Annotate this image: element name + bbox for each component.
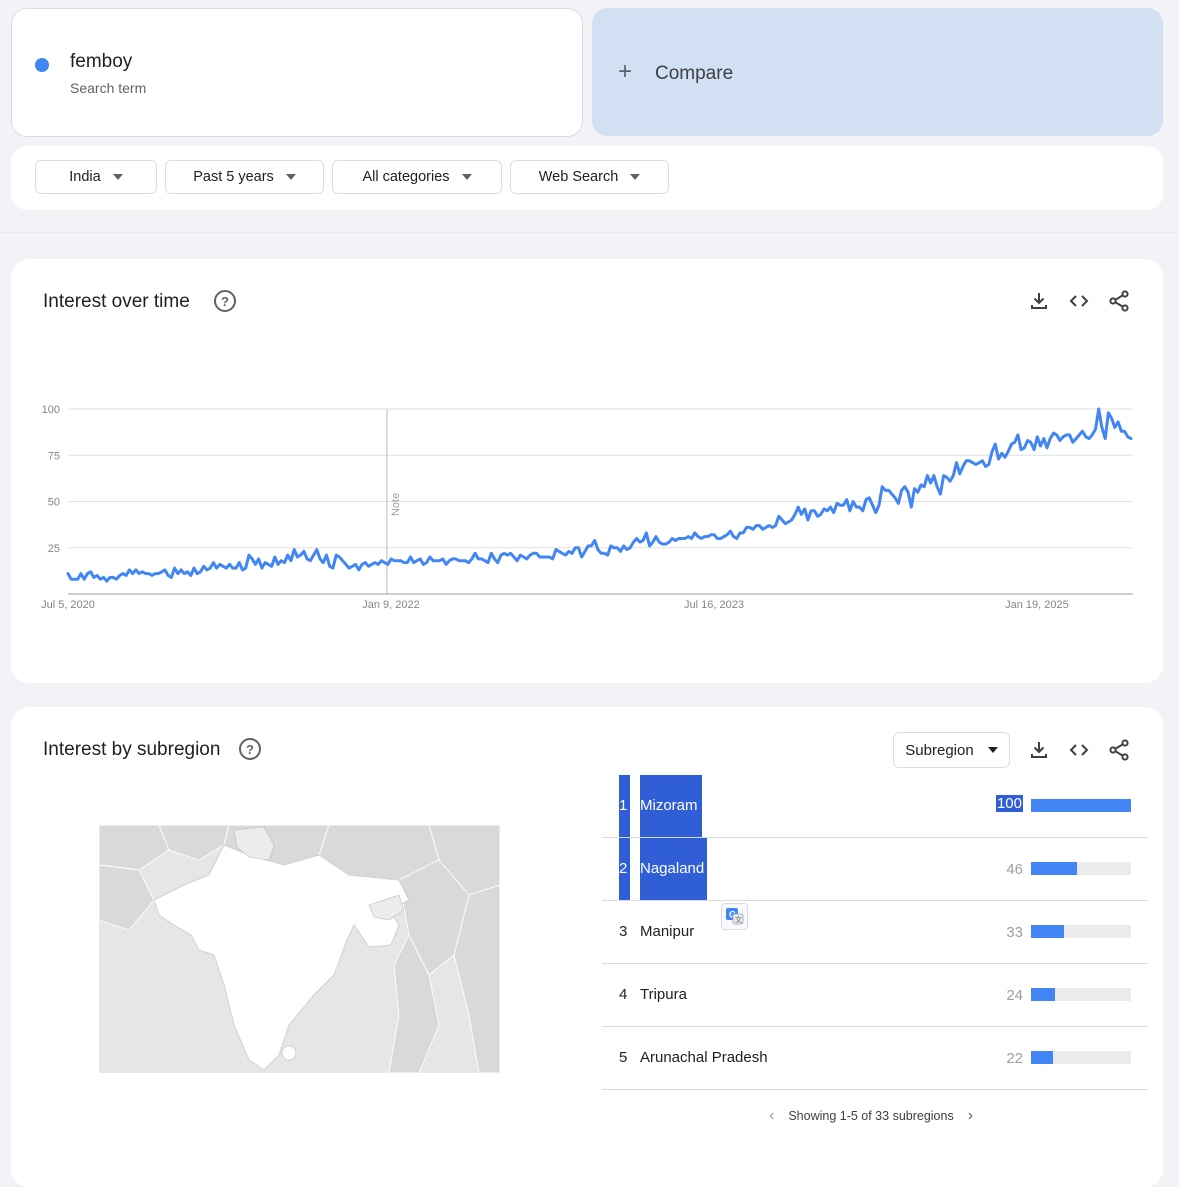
subregion-name: Nagaland bbox=[640, 838, 707, 900]
search-type-label: Web Search bbox=[538, 169, 619, 185]
search-term-card[interactable]: femboy Search term bbox=[11, 8, 583, 137]
caret-down-icon bbox=[112, 174, 123, 180]
search-term-name[interactable]: femboy bbox=[70, 51, 132, 73]
y-tick-label: 25 bbox=[48, 543, 60, 555]
chevron-left-icon[interactable]: ‹ bbox=[769, 1107, 774, 1125]
value-bar-track bbox=[1031, 799, 1131, 812]
resolution-label: Subregion bbox=[905, 741, 974, 759]
subregion-name: Tripura bbox=[640, 986, 687, 1003]
pagination-text: Showing 1-5 of 33 subregions bbox=[788, 1109, 954, 1123]
subregion-name: Arunachal Pradesh bbox=[640, 1049, 768, 1066]
x-tick-label: Jul 5, 2020 bbox=[41, 599, 95, 611]
subregion-row[interactable]: 1 Mizoram 100 bbox=[602, 775, 1148, 838]
note-marker-label[interactable]: Note bbox=[390, 493, 402, 516]
section-divider bbox=[0, 232, 1179, 233]
interest-by-subregion-title: Interest by subregion bbox=[43, 739, 221, 760]
share-icon[interactable] bbox=[1107, 738, 1131, 762]
category-label: All categories bbox=[362, 169, 450, 185]
category-filter[interactable]: All categories bbox=[332, 160, 502, 194]
subregion-value: 22 bbox=[1006, 1050, 1023, 1067]
rank-number: 1 bbox=[619, 775, 630, 837]
compare-button[interactable]: + Compare bbox=[592, 8, 1163, 136]
y-tick-label: 50 bbox=[48, 497, 60, 509]
plus-icon: + bbox=[618, 58, 633, 85]
subregion-value: 33 bbox=[1006, 924, 1023, 941]
caret-down-icon bbox=[285, 174, 296, 180]
x-tick-label: Jul 16, 2023 bbox=[684, 599, 744, 611]
time-range-filter[interactable]: Past 5 years bbox=[165, 160, 324, 194]
x-tick-label: Jan 19, 2025 bbox=[1005, 599, 1069, 611]
value-bar-fill bbox=[1031, 925, 1064, 938]
caret-down-icon bbox=[461, 174, 472, 180]
x-tick-label: Jan 9, 2022 bbox=[362, 599, 420, 611]
interest-by-subregion-card: Interest by subregion ? Subregion G 文 1 … bbox=[11, 707, 1163, 1187]
subregion-map[interactable] bbox=[99, 825, 500, 1073]
interest-over-time-chart: 25 50 75 100 Jul 5, 2020 Jan 9, 2022 Jul 16, … bbox=[41, 404, 1133, 611]
compare-label: Compare bbox=[655, 63, 734, 84]
subregion-name: Mizoram bbox=[640, 775, 702, 837]
subregion-row[interactable]: 4 Tripura 24 bbox=[602, 964, 1148, 1027]
download-icon[interactable] bbox=[1027, 738, 1051, 762]
rank-number: 5 bbox=[619, 1049, 628, 1066]
time-range-label: Past 5 years bbox=[193, 169, 274, 185]
search-type-filter[interactable]: Web Search bbox=[510, 160, 669, 194]
search-term-type: Search term bbox=[70, 80, 147, 96]
value-bar-fill bbox=[1031, 862, 1077, 875]
subregion-name: Manipur bbox=[640, 923, 695, 940]
value-bar-track bbox=[1031, 925, 1131, 938]
value-bar-fill bbox=[1031, 988, 1055, 1001]
subregion-row[interactable]: 5 Arunachal Pradesh 22 bbox=[602, 1027, 1148, 1090]
value-bar-track bbox=[1031, 862, 1131, 875]
caret-down-icon bbox=[987, 747, 998, 753]
caret-down-icon bbox=[630, 174, 641, 180]
chevron-right-icon[interactable]: › bbox=[968, 1107, 973, 1125]
y-tick-label: 100 bbox=[42, 404, 60, 416]
help-circle-icon[interactable]: ? bbox=[239, 738, 261, 760]
subregion-value: 100 bbox=[995, 795, 1023, 812]
value-bar-track bbox=[1031, 988, 1131, 1001]
subregion-value: 46 bbox=[1006, 861, 1023, 878]
region-filter[interactable]: India bbox=[35, 160, 157, 194]
region-filter-label: India bbox=[69, 169, 101, 185]
subregion-row[interactable]: 2 Nagaland 46 bbox=[602, 838, 1148, 901]
series-line bbox=[66, 407, 1133, 583]
filter-bar: India Past 5 years All categories Web Se… bbox=[11, 146, 1163, 210]
subregion-row[interactable]: 3 Manipur 33 bbox=[602, 901, 1148, 964]
resolution-select[interactable]: Subregion bbox=[893, 732, 1010, 768]
value-bar-fill bbox=[1031, 1051, 1053, 1064]
term-color-dot bbox=[35, 58, 49, 72]
subregion-value: 24 bbox=[1006, 987, 1023, 1004]
value-bar-track bbox=[1031, 1051, 1131, 1064]
interest-over-time-card: Interest over time ? 25 50 75 100 Jul 5, 20… bbox=[11, 259, 1163, 683]
rank-number: 4 bbox=[619, 986, 628, 1003]
y-tick-label: 75 bbox=[48, 450, 60, 462]
pagination: ‹ Showing 1-5 of 33 subregions › bbox=[769, 1107, 973, 1125]
rank-number: 2 bbox=[619, 838, 630, 900]
embed-code-icon[interactable] bbox=[1067, 738, 1091, 762]
value-bar-fill bbox=[1031, 799, 1131, 812]
rank-number: 3 bbox=[619, 923, 628, 940]
